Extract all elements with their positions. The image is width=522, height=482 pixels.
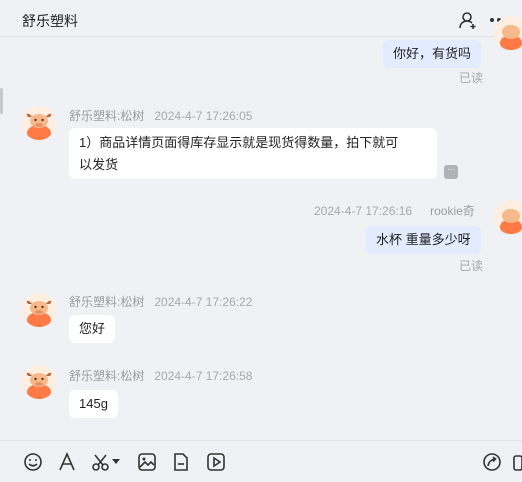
message-text: 水杯 重量多少呀 [376,232,471,247]
chevron-down-icon[interactable] [112,459,120,465]
cow-avatar-icon [22,293,56,327]
message-meta: 舒乐塑料:松树 2024-4-7 17:26:22 [69,293,252,310]
sender-name: 舒乐塑料:松树 [69,295,145,309]
message-meta: 舒乐塑料:松树 2024-4-7 17:26:58 [69,367,252,384]
message-text: 你好，有货吗 [393,46,472,61]
avatar[interactable] [22,365,56,399]
message-bubble-theirs[interactable]: 您好 [69,315,116,343]
cloud-icon[interactable] [512,452,522,472]
sender-name: rookie奇 [430,204,475,218]
scissors-icon[interactable] [91,452,111,472]
video-icon[interactable] [206,452,226,472]
file-icon[interactable] [171,452,191,472]
message-text-line: 1）商品详情页面得库存显示就是现货得数量，拍下就可 [79,135,399,150]
message-bubble-theirs[interactable]: 1）商品详情页面得库存显示就是现货得数量，拍下就可 以发货 [69,128,437,179]
cow-avatar-icon [22,106,56,140]
message-more-icon[interactable]: ··· [444,165,458,179]
chat-title: 舒乐塑料 [22,13,78,29]
font-icon[interactable] [57,452,77,472]
sender-name: 舒乐塑料:松树 [69,109,145,123]
scrollbar-thumb[interactable] [0,88,3,114]
emoji-icon[interactable] [23,452,43,472]
message-meta: 舒乐塑料:松树 2024-4-7 17:26:05 [69,107,252,124]
message-time: 2024-4-7 17:26:22 [154,295,253,309]
read-status: 已读 [459,71,484,85]
add-contact-icon[interactable] [458,10,478,30]
cow-avatar-icon [494,200,522,234]
avatar[interactable] [22,293,56,327]
cow-avatar-icon [22,365,56,399]
avatar[interactable] [22,106,56,140]
message-text-line: 以发货 [79,157,119,172]
image-icon[interactable] [137,452,157,472]
message-text: 145g [79,396,108,411]
message-bubble-theirs[interactable]: 145g [69,390,118,418]
message-time: 2024-4-7 17:26:16 [314,204,413,218]
input-toolbar [0,440,522,482]
chat-header: 舒乐塑料 [0,0,522,37]
message-bubble-mine[interactable]: 水杯 重量多少呀 [366,226,481,254]
message-bubble-mine[interactable]: 你好，有货吗 [383,40,482,68]
avatar[interactable] [494,16,522,50]
share-icon[interactable] [482,452,502,472]
read-status: 已读 [459,259,484,273]
cow-avatar-icon [494,16,522,50]
message-time: 2024-4-7 17:26:58 [154,369,253,383]
message-time: 2024-4-7 17:26:05 [154,109,253,123]
avatar[interactable] [494,200,522,234]
message-text: 您好 [79,321,106,336]
message-meta: 2024-4-7 17:26:16 rookie奇 [314,202,475,219]
sender-name: 舒乐塑料:松树 [69,369,145,383]
